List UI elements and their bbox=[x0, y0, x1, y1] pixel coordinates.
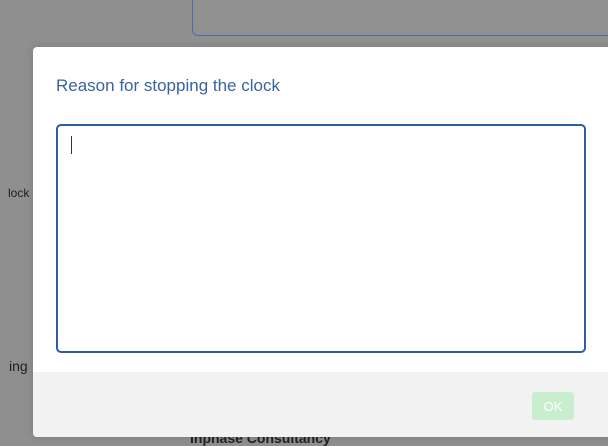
background-label: lock bbox=[8, 186, 30, 200]
reason-textarea-container bbox=[56, 124, 586, 353]
stop-clock-reason-dialog: Reason for stopping the clock OK bbox=[33, 47, 608, 437]
dialog-title: Reason for stopping the clock bbox=[56, 76, 280, 95]
reason-textarea[interactable] bbox=[58, 126, 584, 351]
dialog-footer: OK bbox=[33, 372, 608, 437]
text-cursor bbox=[71, 136, 72, 154]
background-panel bbox=[192, 0, 608, 36]
background-label: ing bbox=[9, 358, 28, 374]
ok-button[interactable]: OK bbox=[532, 392, 574, 420]
